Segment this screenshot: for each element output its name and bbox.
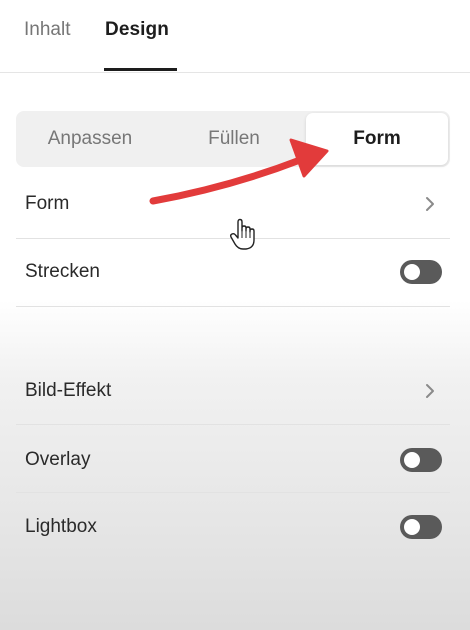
row-overlay-label: Overlay	[25, 449, 91, 470]
tab-inhalt[interactable]: Inhalt	[24, 18, 70, 42]
toggle-knob	[404, 519, 420, 535]
top-tab-bar: Inhalt Design	[0, 0, 470, 73]
row-lightbox: Lightbox	[0, 497, 470, 557]
lightbox-toggle[interactable]	[400, 515, 442, 539]
divider	[16, 424, 450, 425]
tab-design[interactable]: Design	[105, 18, 169, 42]
segmented-control: Anpassen Füllen Form	[16, 111, 450, 167]
row-lightbox-label: Lightbox	[25, 516, 97, 537]
row-form-label: Form	[25, 193, 70, 214]
segment-fuellen[interactable]: Füllen	[162, 111, 306, 167]
toggle-knob	[404, 264, 420, 280]
divider	[16, 238, 450, 239]
strecken-toggle[interactable]	[400, 260, 442, 284]
row-form[interactable]: Form	[0, 174, 470, 234]
segment-form[interactable]: Form	[306, 113, 448, 165]
segment-anpassen[interactable]: Anpassen	[16, 111, 164, 167]
divider	[16, 492, 450, 493]
divider	[16, 306, 450, 307]
row-strecken-label: Strecken	[25, 261, 100, 282]
divider	[16, 561, 450, 562]
row-bild-effekt-label: Bild-Effekt	[25, 380, 112, 401]
chevron-right-icon	[426, 384, 434, 398]
chevron-right-icon	[426, 197, 434, 211]
overlay-toggle[interactable]	[400, 448, 442, 472]
toggle-knob	[404, 452, 420, 468]
active-tab-indicator	[104, 68, 177, 71]
row-strecken: Strecken	[0, 242, 470, 302]
row-bild-effekt[interactable]: Bild-Effekt	[0, 361, 470, 421]
row-overlay: Overlay	[0, 430, 470, 490]
